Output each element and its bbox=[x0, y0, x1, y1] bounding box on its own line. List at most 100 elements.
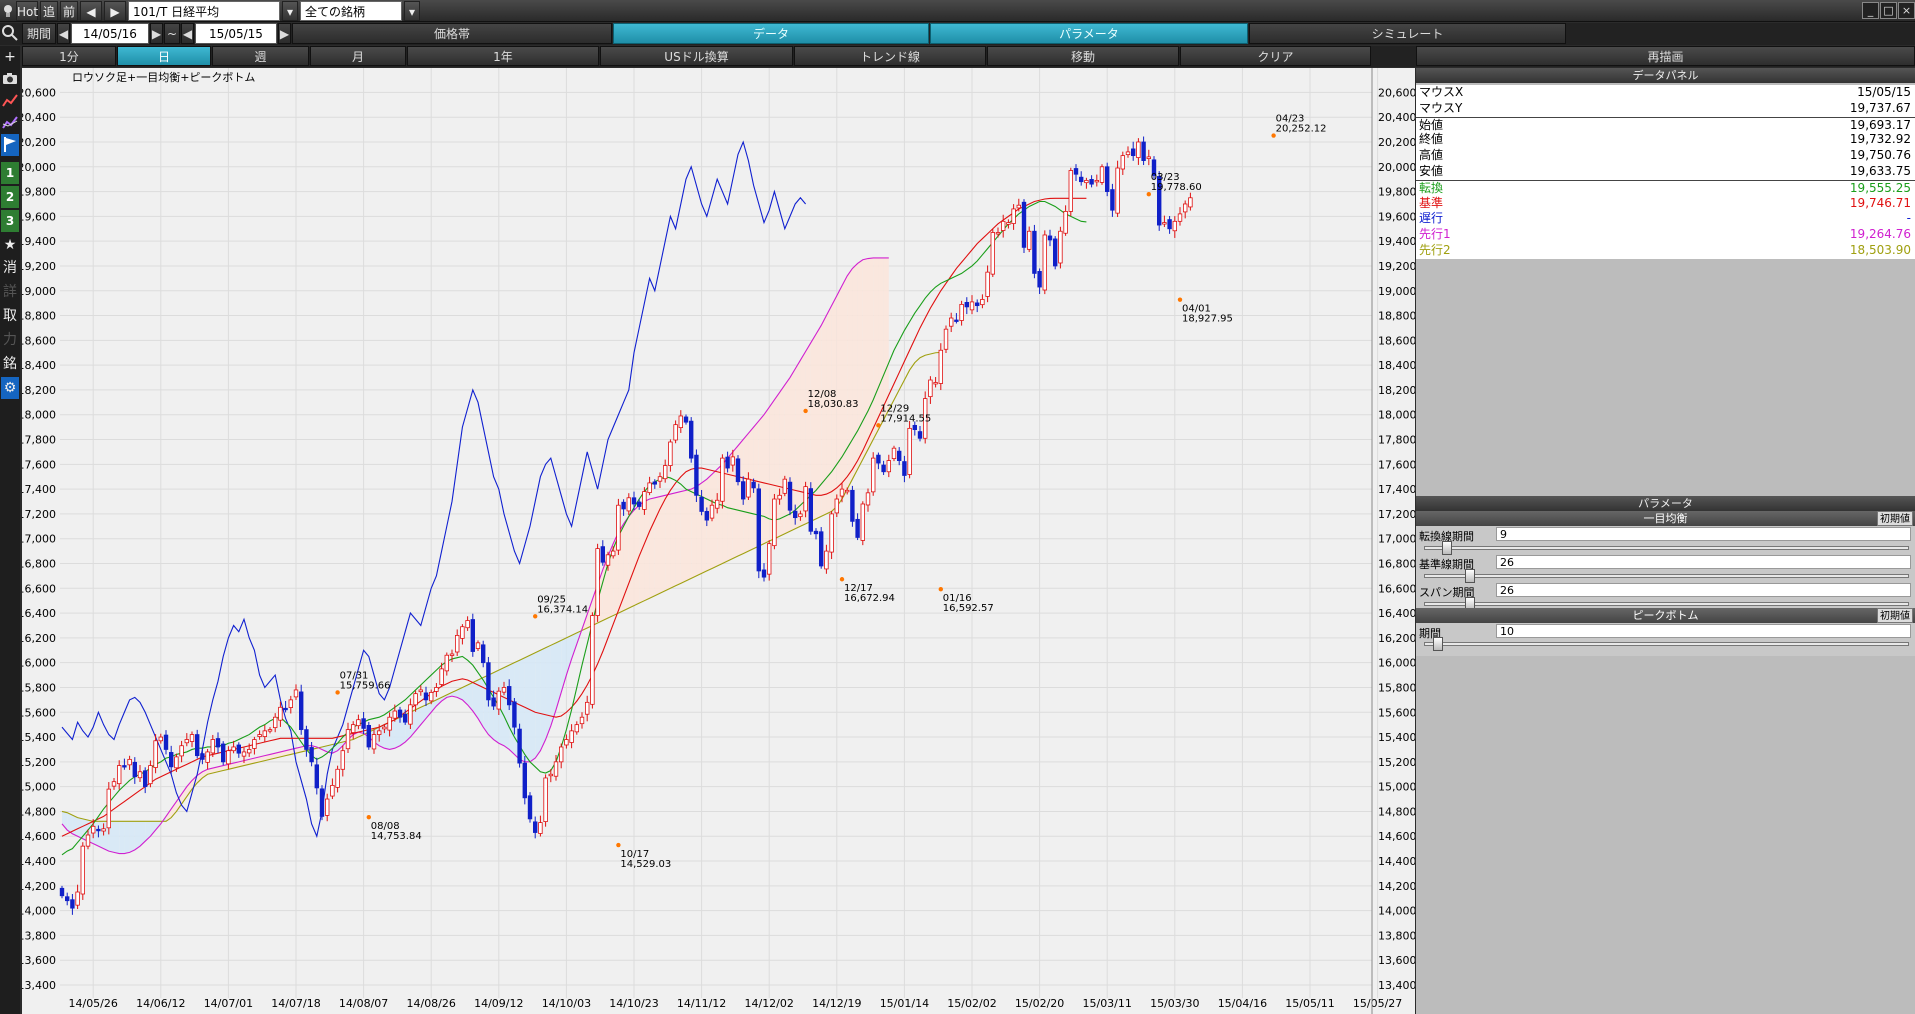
multi-line-icon[interactable] bbox=[1, 112, 19, 134]
symbol-input[interactable]: 101/T 日経平均 bbox=[128, 1, 280, 21]
redraw-button[interactable]: 再描画 bbox=[1416, 46, 1915, 66]
forward-arrow-icon[interactable]: ▶ bbox=[104, 1, 126, 21]
cloud-segment bbox=[535, 650, 541, 759]
date-to-next-icon[interactable]: ▶ bbox=[278, 23, 291, 44]
simulate-tab[interactable]: シミュレート bbox=[1249, 23, 1566, 44]
cloud-segment bbox=[639, 501, 645, 604]
star-icon[interactable]: ★ bbox=[1, 234, 19, 256]
preset-2-button[interactable]: 2 bbox=[1, 186, 19, 208]
chart-area[interactable]: 13,400 13,400 13,600 13,600 13,800 13,800 14,0… bbox=[22, 68, 1415, 1014]
y-tick-label: 17,200 bbox=[1378, 508, 1415, 521]
kijun-period-input[interactable]: 26 bbox=[1496, 555, 1911, 569]
universe-select[interactable]: 全ての銘柄 bbox=[300, 1, 402, 21]
minimize-icon[interactable]: _ bbox=[1862, 2, 1879, 19]
follow-button[interactable]: 追 bbox=[40, 1, 58, 21]
peak-bottom-reset-button[interactable]: 初期値 bbox=[1877, 608, 1913, 623]
y-tick-label: 14,400 bbox=[1378, 855, 1415, 868]
timeframe-button-1[interactable]: 日 bbox=[117, 46, 211, 66]
span-period-slider[interactable] bbox=[1424, 597, 1909, 611]
cloud-segment bbox=[862, 258, 868, 460]
y-tick-label: 15,400 bbox=[1378, 731, 1415, 744]
period-bar: 期間 ◀ 14/05/16 ▶ ~ ◀ 15/05/15 ▶ 価格帯 データ パ… bbox=[0, 23, 1915, 45]
candle-up bbox=[382, 726, 387, 730]
peak-period-input[interactable]: 10 bbox=[1496, 624, 1911, 638]
x-tick-label: 15/05/27 bbox=[1353, 997, 1402, 1010]
date-from-input[interactable]: 14/05/16 bbox=[71, 23, 149, 44]
timeframe-button-2[interactable]: 週 bbox=[212, 46, 309, 66]
detail-button[interactable]: 詳 bbox=[1, 281, 19, 303]
trade-button[interactable]: 取 bbox=[1, 305, 19, 327]
peak-slider-thumb[interactable] bbox=[1433, 637, 1443, 651]
tenkan-period-slider[interactable] bbox=[1424, 541, 1909, 555]
candle-up bbox=[1188, 197, 1193, 208]
data-row-value: 19,750.76 bbox=[1849, 148, 1911, 163]
stock-button[interactable]: 銘 bbox=[1, 353, 19, 375]
prev-button[interactable]: 前 bbox=[60, 1, 78, 21]
x-tick-label: 14/11/12 bbox=[677, 997, 726, 1010]
cloud-segment bbox=[114, 821, 120, 854]
y-tick-label-left: 15,400 bbox=[22, 731, 56, 744]
symbol-dropdown-icon[interactable]: ▾ bbox=[282, 1, 298, 21]
crosshair-icon[interactable]: + bbox=[1, 46, 19, 68]
peak-period-slider[interactable] bbox=[1424, 637, 1909, 651]
timeframe-button-0[interactable]: 1分 bbox=[22, 46, 116, 66]
lightbulb-icon[interactable] bbox=[2, 1, 14, 21]
camera-icon[interactable] bbox=[1, 68, 19, 90]
y-tick-label: 15,200 bbox=[1378, 756, 1415, 769]
peak-value-label: 14,753.84 bbox=[371, 831, 422, 842]
date-to-input[interactable]: 15/05/15 bbox=[195, 23, 277, 44]
candle-up bbox=[205, 751, 210, 763]
date-to-prev-icon[interactable]: ◀ bbox=[181, 23, 194, 44]
kijun-period-slider[interactable] bbox=[1424, 569, 1909, 583]
tenkan-slider-thumb[interactable] bbox=[1442, 541, 1453, 555]
universe-dropdown-icon[interactable]: ▾ bbox=[404, 1, 420, 21]
tenkan-period-input[interactable]: 9 bbox=[1496, 527, 1911, 541]
data-row-key: 高値 bbox=[1419, 148, 1444, 163]
preset-1-button[interactable]: 1 bbox=[1, 162, 19, 184]
date-from-next-icon[interactable]: ▶ bbox=[150, 23, 163, 44]
price-chart[interactable]: 13,400 13,400 13,600 13,600 13,800 13,800 14,0… bbox=[22, 68, 1415, 1014]
maximize-icon[interactable]: □ bbox=[1880, 2, 1897, 19]
timeframe-button-4[interactable]: 1年 bbox=[407, 46, 599, 66]
timeframe-button-6[interactable]: トレンド線 bbox=[794, 46, 986, 66]
top-toolbar: Hot 追 前 ◀ ▶ 101/T 日経平均 ▾ 全ての銘柄 ▾ _ □ × bbox=[0, 0, 1915, 22]
data-row-key: 転換 bbox=[1419, 180, 1444, 195]
flag-icon[interactable] bbox=[1, 134, 19, 156]
parameter-tab[interactable]: パラメータ bbox=[930, 23, 1248, 44]
peak-bottom-label: ピークボトム bbox=[1632, 609, 1699, 622]
peak-marker bbox=[938, 587, 943, 592]
timeframe-button-3[interactable]: 月 bbox=[310, 46, 406, 66]
data-row-key: 遅行 bbox=[1419, 211, 1444, 226]
gear-icon[interactable]: ⚙ bbox=[1, 377, 19, 399]
candle-up bbox=[772, 498, 777, 547]
y-tick-label: 18,400 bbox=[1378, 359, 1415, 372]
candle-up bbox=[117, 765, 122, 785]
search-icon[interactable] bbox=[0, 23, 20, 44]
back-arrow-icon[interactable]: ◀ bbox=[80, 1, 102, 21]
candle-down bbox=[1021, 201, 1027, 248]
price-band-tab[interactable]: 価格帯 bbox=[292, 23, 612, 44]
data-tab[interactable]: データ bbox=[613, 23, 929, 44]
line-chart-icon[interactable] bbox=[1, 90, 19, 112]
candle-down bbox=[699, 496, 704, 512]
candle-down bbox=[423, 692, 429, 701]
kijun-slider-thumb[interactable] bbox=[1465, 569, 1476, 583]
erase-button[interactable]: 消 bbox=[1, 257, 19, 279]
timeframe-button-7[interactable]: 移動 bbox=[987, 46, 1179, 66]
hot-button[interactable]: Hot bbox=[16, 1, 38, 21]
peak-marker bbox=[1177, 297, 1183, 302]
y-tick-label-left: 14,200 bbox=[22, 880, 56, 893]
data-row-value: 19,555.25 bbox=[1849, 180, 1911, 195]
data-row-key: 先行1 bbox=[1419, 227, 1451, 242]
ichimoku-reset-button[interactable]: 初期値 bbox=[1877, 511, 1913, 526]
timeframe-button-8[interactable]: クリア bbox=[1180, 46, 1371, 66]
data-row: 遅行 - bbox=[1416, 211, 1915, 227]
candle-down bbox=[621, 501, 626, 510]
power-button[interactable]: 力 bbox=[1, 329, 19, 351]
close-icon[interactable]: × bbox=[1898, 2, 1915, 19]
span-period-input[interactable]: 26 bbox=[1496, 583, 1911, 597]
y-tick-label-left: 18,800 bbox=[22, 310, 56, 323]
date-from-prev-icon[interactable]: ◀ bbox=[57, 23, 70, 44]
preset-3-button[interactable]: 3 bbox=[1, 210, 19, 232]
timeframe-button-5[interactable]: USドル換算 bbox=[600, 46, 793, 66]
